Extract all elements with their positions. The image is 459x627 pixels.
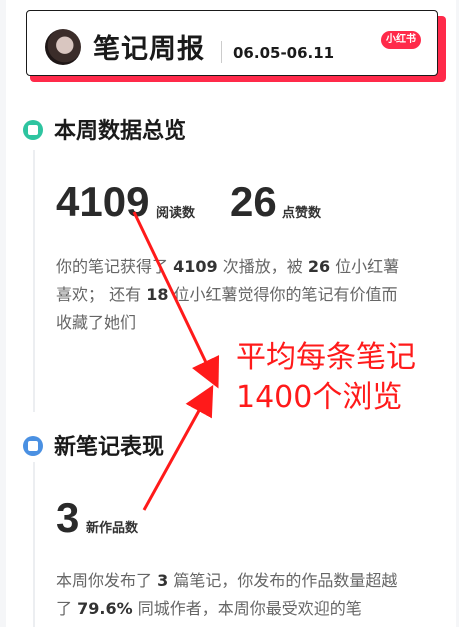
overview-description: 你的笔记获得了 4109 次播放，被 26 位小红薯喜欢； 还有 18 位小红薯… xyxy=(56,257,400,332)
page-title: 笔记周报 xyxy=(93,34,205,65)
brand-badge: 小红书 xyxy=(381,31,421,49)
header-divider xyxy=(221,41,222,63)
likes-label: 点赞数 xyxy=(282,206,322,221)
date-range: 06.05-06.11 xyxy=(233,44,335,62)
saves-highlight: 18 xyxy=(146,285,169,304)
chart-icon xyxy=(23,120,43,140)
timeline-line-new-notes xyxy=(33,462,35,627)
reads-highlight: 4109 xyxy=(173,257,218,276)
timeline-line-overview xyxy=(33,150,35,412)
new-notes-label: 新作品数 xyxy=(86,521,139,536)
new-notes-description: 本周你发布了 3 篇笔记，你发布的作品数量超越了 79.6% 同城作者，本周你最… xyxy=(56,571,398,618)
likes-highlight: 26 xyxy=(307,257,331,276)
annotation-text: 平均每条笔记 1400个浏览 xyxy=(236,338,416,418)
percent-highlight: 79.6% xyxy=(77,599,133,618)
annotation-line-1: 平均每条笔记 xyxy=(236,340,416,375)
likes-count: 26 xyxy=(230,178,277,225)
new-notes-count: 3 xyxy=(56,494,80,541)
report-page: 笔记周报 06.05-06.11 小红书 本周数据总览 4109 阅读数 26 … xyxy=(6,0,456,627)
header-card: 笔记周报 06.05-06.11 小红书 xyxy=(26,10,438,76)
section-title-overview: 本周数据总览 xyxy=(54,119,187,144)
count-highlight: 3 xyxy=(157,571,169,590)
reads-label: 阅读数 xyxy=(156,206,196,221)
avatar[interactable] xyxy=(45,29,81,65)
annotation-line-2: 1400个浏览 xyxy=(236,380,403,415)
document-icon xyxy=(23,436,43,456)
reads-count: 4109 xyxy=(56,178,150,225)
section-title-new-notes: 新笔记表现 xyxy=(54,435,165,460)
